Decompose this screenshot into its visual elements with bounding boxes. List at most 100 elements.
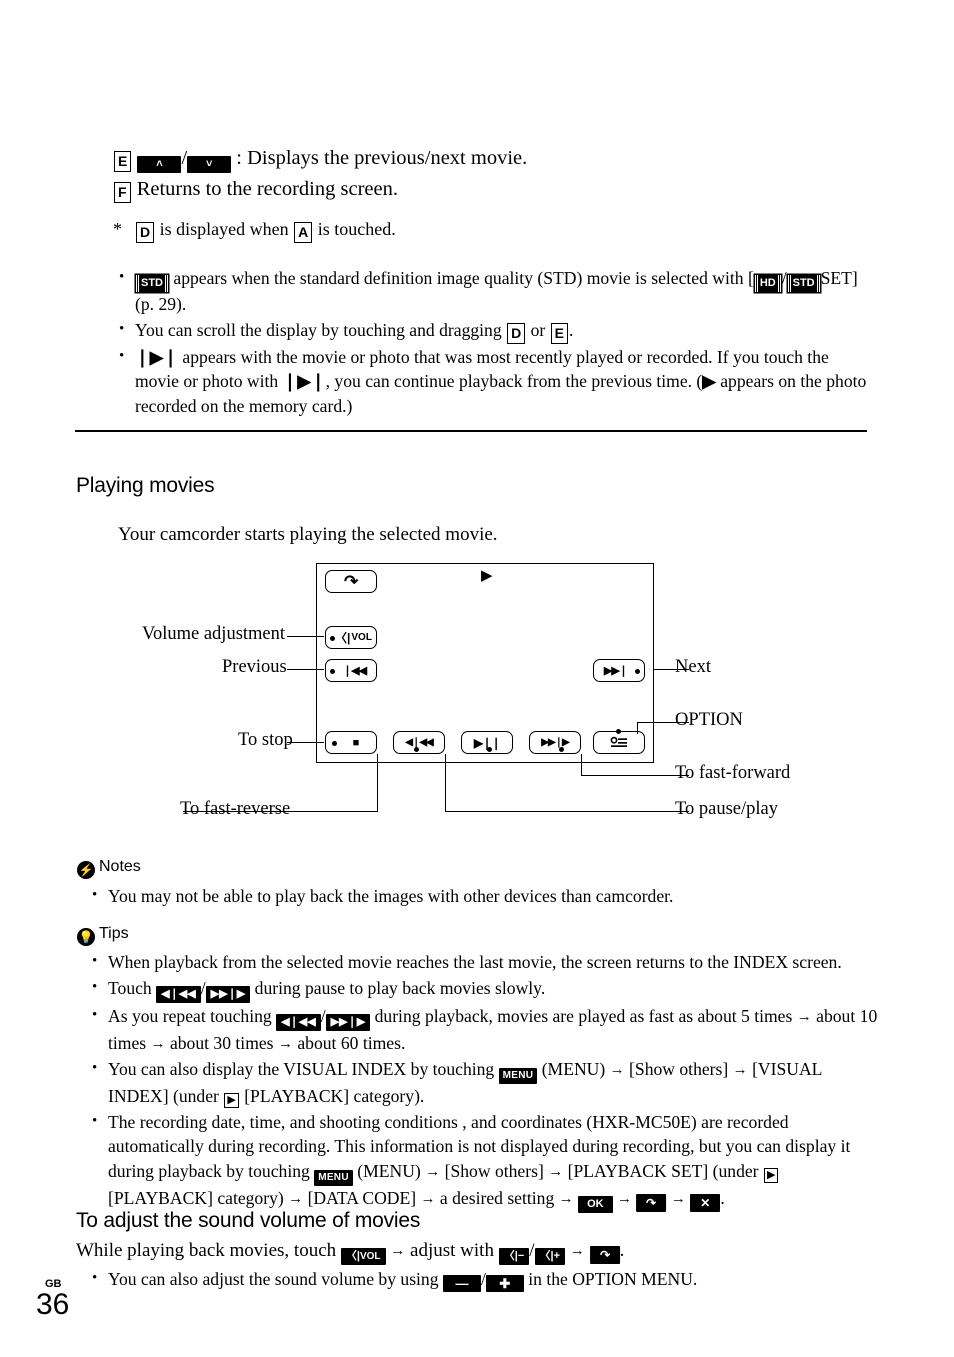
lcd-screen-frame: ↶ ▶ 〈| VOL ❘◀◀ ▶▶❘ ■ ◀❘◀◀ ▶❘❘ ▶▶❘▶: [316, 563, 654, 763]
fast-forward-icon: ▶▶❘▶: [325, 1013, 371, 1031]
previous-icon: ❘◀◀: [342, 665, 367, 677]
page-number: 36: [36, 1288, 70, 1321]
resume-marker-icon: ❘▶❘: [135, 346, 179, 367]
bullet-text-3: .: [569, 319, 574, 340]
hotspot-dot: [414, 747, 419, 752]
volume-label: VOL: [351, 632, 372, 643]
volume-bullet-list: You can also adjust the sound volume by …: [88, 1266, 878, 1293]
volume-icon-label: VOL: [359, 1251, 381, 1262]
tip-speed-steps: As you repeat touching ◀❘◀◀/▶▶❘▶ during …: [88, 1003, 878, 1057]
arrow-2: →: [569, 1242, 585, 1259]
footnote-asterisk: *: [113, 219, 122, 239]
hd-quality-icon: HD: [754, 275, 781, 292]
tip-text-5: [PLAYBACK] category): [108, 1187, 284, 1208]
volume-instruction-line: While playing back movies, touch 〈|VOL →…: [76, 1240, 624, 1265]
callout-to-fast-reverse: To fast-reverse: [180, 799, 291, 819]
arrow-1: →: [390, 1242, 406, 1259]
tip-text-2: (MENU): [541, 1059, 606, 1079]
arrow-3: →: [288, 1189, 304, 1207]
fast-forward-button[interactable]: ▶▶❘▶: [529, 731, 581, 754]
volume-icon: 〈|VOL: [340, 1248, 386, 1265]
volume-button[interactable]: 〈| VOL: [325, 626, 377, 649]
notes-list: You may not be able to play back the ima…: [88, 883, 878, 910]
callout-to-stop: To stop: [238, 730, 293, 750]
label-box-a: A: [294, 222, 313, 243]
separator: /: [200, 977, 206, 998]
volume-down-label: −: [517, 1250, 525, 1262]
vol-text-2: adjust with: [410, 1240, 494, 1261]
pause-play-button[interactable]: ▶❘❘: [461, 731, 513, 754]
back-button[interactable]: ↶: [325, 570, 377, 593]
leader-volume: [287, 636, 324, 638]
tip-text-1: Touch: [108, 977, 152, 998]
volume-option-menu-tip: You can also adjust the sound volume by …: [88, 1266, 878, 1292]
vol-bullet-text-2: in the OPTION MENU.: [528, 1269, 698, 1289]
volume-down-icon: 〈|−: [498, 1248, 530, 1265]
legend-line-e: E ˄ / ˅ : Displays the previous/next movie…: [113, 143, 903, 174]
tips-list: When playback from the selected movie re…: [88, 949, 878, 1214]
arrow-5: →: [558, 1189, 574, 1207]
tip-text-4: [PLAYBACK SET] (under: [567, 1160, 759, 1181]
tip-text-4: about 30 times: [169, 1032, 274, 1053]
label-box-e-inline: E: [550, 322, 568, 344]
minus-icon: —: [442, 1275, 481, 1292]
next-button[interactable]: ▶▶❘: [593, 659, 645, 682]
arrow-1: →: [796, 1007, 812, 1025]
slow-reverse-icon: ◀❘◀◀: [156, 985, 201, 1003]
heading-adjust-volume: To adjust the sound volume of movies: [76, 1209, 421, 1232]
option-button[interactable]: [593, 729, 645, 754]
tip-text-3: [Show others]: [629, 1059, 729, 1079]
leader-previous: [287, 669, 324, 671]
hotspot-dot: [332, 741, 337, 746]
tips-badge-icon: 💡: [77, 928, 95, 946]
std-quality-icon: STD: [136, 275, 168, 292]
arrow-3: →: [277, 1034, 293, 1052]
tip-text-2: (MENU): [357, 1160, 421, 1181]
play-marker-icon: ▶: [702, 371, 716, 391]
option-menu-icon: [610, 736, 627, 747]
tip-text-1: As you repeat touching: [108, 1005, 272, 1026]
callout-volume-adjustment: Volume adjustment: [142, 624, 286, 644]
bullet-text-1: appears when the standard definition ima…: [173, 268, 754, 288]
bullet-std-quality: STD appears when the standard definition…: [115, 265, 875, 317]
arrow-4: →: [420, 1189, 436, 1207]
bullet-text-2: , you can continue playback from the pre…: [325, 371, 703, 391]
resume-marker-icon-2: ❘▶❘: [282, 371, 326, 391]
back-icon: ↶: [589, 1246, 620, 1264]
stop-button[interactable]: ■: [325, 731, 377, 754]
close-icon: ✕: [690, 1193, 721, 1212]
document-page: E ˄ / ˅ : Displays the previous/next movie…: [0, 0, 954, 1357]
back-icon: ↶: [636, 1193, 667, 1212]
bullet-text-2: or: [530, 319, 546, 340]
menu-icon: MENU: [498, 1068, 538, 1084]
playback-screen-diagram: ↶ ▶ 〈| VOL ❘◀◀ ▶▶❘ ■ ◀❘◀◀ ▶❘❘ ▶▶❘▶ Volum…: [75, 556, 875, 826]
ok-icon: OK: [578, 1195, 613, 1213]
leader-ff-h: [581, 775, 689, 777]
tip-data-code: The recording date, time, and shooting c…: [88, 1109, 878, 1213]
hotspot-dot: [616, 729, 621, 734]
tip-text-3: [Show others]: [444, 1160, 544, 1181]
notes-heading-label: Notes: [99, 858, 141, 875]
fast-reverse-button[interactable]: ◀❘◀◀: [393, 731, 445, 754]
play-status-icon: ▶: [481, 568, 493, 584]
previous-button[interactable]: ❘◀◀: [325, 659, 377, 682]
arrow-2: →: [732, 1061, 748, 1078]
label-box-d: D: [136, 222, 155, 243]
menu-icon: MENU: [314, 1169, 353, 1186]
callout-to-pause-play: To pause/play: [675, 799, 778, 819]
intro-text: Your camcorder starts playing the select…: [118, 524, 498, 545]
vol-bullet-text-1: You can also adjust the sound volume by …: [108, 1269, 439, 1289]
arrow-7: →: [670, 1189, 686, 1207]
tip-text-7: a desired setting: [439, 1187, 555, 1208]
leader-fr-v: [377, 754, 379, 812]
section-divider: [75, 430, 867, 432]
playback-category-icon: ▶: [224, 1093, 239, 1108]
leader-pp-v: [445, 754, 447, 812]
note-item: You may not be able to play back the ima…: [88, 883, 878, 909]
notes-badge-icon: ⚡: [77, 861, 95, 879]
volume-up-label: +: [553, 1250, 561, 1262]
legend-text-f: Returns to the recording screen.: [136, 178, 398, 200]
next-icon: ▶▶❘: [603, 665, 628, 677]
tip-text-1: You can also display the VISUAL INDEX by…: [108, 1059, 495, 1079]
separator: /: [320, 1005, 326, 1026]
